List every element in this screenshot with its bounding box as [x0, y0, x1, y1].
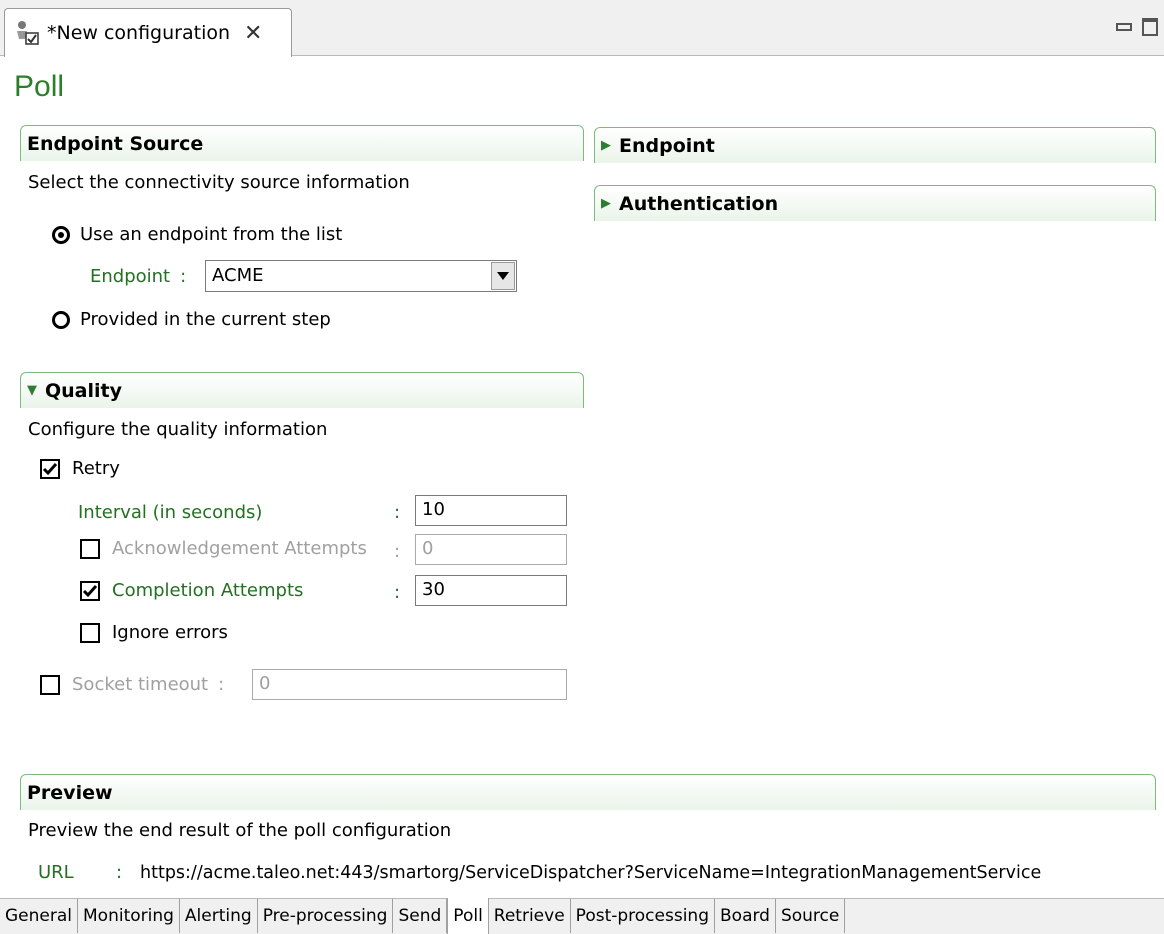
chevron-down-icon[interactable]	[491, 262, 515, 290]
completion-attempts-checkbox[interactable]	[80, 580, 100, 601]
use-endpoint-list-option[interactable]: Use an endpoint from the list	[52, 224, 342, 245]
ack-attempts-input[interactable]: 0	[415, 534, 567, 565]
interval-input[interactable]: 10	[415, 495, 567, 526]
page-title: Poll	[14, 70, 65, 103]
ignore-errors-label: Ignore errors	[112, 622, 228, 643]
ack-attempts-option[interactable]: Acknowledgement Attempts	[80, 538, 367, 559]
tab-source[interactable]: Source	[776, 899, 846, 933]
tab-retrieve[interactable]: Retrieve	[489, 899, 571, 933]
endpoint-source-header: Endpoint Source	[20, 125, 584, 161]
quality-description: Configure the quality information	[28, 419, 328, 440]
tab-board[interactable]: Board	[715, 899, 776, 933]
endpoint-section-title: Endpoint	[619, 134, 715, 157]
authentication-section-title: Authentication	[619, 192, 779, 215]
retry-label: Retry	[72, 458, 120, 479]
ignore-errors-option[interactable]: Ignore errors	[80, 622, 228, 643]
completion-attempts-option[interactable]: Completion Attempts	[80, 580, 303, 601]
socket-timeout-label: Socket timeout	[72, 674, 209, 695]
url-colon: :	[116, 862, 123, 883]
preview-title: Preview	[27, 781, 113, 804]
tab-pre-processing[interactable]: Pre-processing	[258, 899, 394, 933]
close-icon[interactable]: ✕	[244, 21, 262, 46]
completion-attempts-input[interactable]: 30	[415, 575, 567, 606]
provided-in-step-option[interactable]: Provided in the current step	[52, 309, 331, 330]
expand-arrow-icon[interactable]: ▶	[601, 196, 611, 211]
retry-option[interactable]: Retry	[40, 458, 120, 479]
completion-attempts-colon: :	[394, 582, 401, 603]
quality-title: Quality	[45, 379, 122, 402]
endpoint-select-value: ACME	[212, 265, 264, 286]
tab-alerting[interactable]: Alerting	[180, 899, 258, 933]
endpoint-section-header[interactable]: ▶ Endpoint	[594, 127, 1156, 163]
preview-url-row: URL : https://acme.taleo.net:443/smartor…	[38, 862, 1041, 883]
minimize-button[interactable]	[1116, 23, 1132, 31]
provided-in-step-radio[interactable]	[52, 310, 70, 329]
maximize-button[interactable]	[1142, 18, 1158, 36]
quality-header[interactable]: ▼ Quality	[20, 372, 584, 408]
editor-tab[interactable]: *New configuration ✕	[4, 8, 292, 57]
interval-label: Interval (in seconds)	[78, 502, 263, 523]
ack-attempts-colon: :	[394, 541, 401, 562]
configuration-icon	[13, 19, 41, 47]
socket-timeout-option[interactable]: Socket timeout :	[40, 674, 224, 695]
url-value: https://acme.taleo.net:443/smartorg/Serv…	[140, 862, 1042, 883]
completion-attempts-label: Completion Attempts	[112, 580, 304, 601]
authentication-section-header[interactable]: ▶ Authentication	[594, 185, 1156, 221]
retry-checkbox[interactable]	[40, 458, 60, 479]
tab-post-processing[interactable]: Post-processing	[571, 899, 715, 933]
use-endpoint-list-radio[interactable]	[52, 225, 70, 244]
ack-attempts-checkbox[interactable]	[80, 538, 100, 559]
preview-description: Preview the end result of the poll confi…	[28, 820, 452, 841]
socket-timeout-colon: :	[218, 674, 225, 695]
tab-monitoring[interactable]: Monitoring	[78, 899, 180, 933]
use-endpoint-list-label: Use an endpoint from the list	[80, 224, 343, 245]
expand-arrow-icon[interactable]: ▶	[601, 138, 611, 153]
page-tabs: General Monitoring Alerting Pre-processi…	[0, 898, 1164, 934]
editor-tab-label: *New configuration	[47, 22, 231, 44]
socket-timeout-input[interactable]: 0	[252, 669, 567, 700]
collapse-arrow-icon[interactable]: ▼	[27, 383, 37, 398]
endpoint-colon: :	[180, 266, 187, 287]
interval-colon: :	[394, 502, 401, 523]
url-label: URL	[38, 862, 74, 883]
ack-attempts-label: Acknowledgement Attempts	[112, 538, 367, 559]
endpoint-label-row: Endpoint :	[90, 266, 186, 287]
ignore-errors-checkbox[interactable]	[80, 622, 100, 643]
endpoint-source-title: Endpoint Source	[27, 132, 204, 155]
tab-send[interactable]: Send	[393, 899, 448, 933]
editor-tab-bar: *New configuration ✕	[0, 0, 1164, 57]
socket-timeout-checkbox[interactable]	[40, 674, 60, 695]
endpoint-label: Endpoint	[90, 266, 171, 287]
endpoint-source-description: Select the connectivity source informati…	[28, 172, 410, 193]
tab-poll[interactable]: Poll	[447, 898, 489, 934]
tab-general[interactable]: General	[0, 899, 78, 933]
endpoint-select[interactable]: ACME	[205, 260, 517, 292]
provided-in-step-label: Provided in the current step	[80, 309, 331, 330]
preview-header: Preview	[20, 774, 1156, 810]
